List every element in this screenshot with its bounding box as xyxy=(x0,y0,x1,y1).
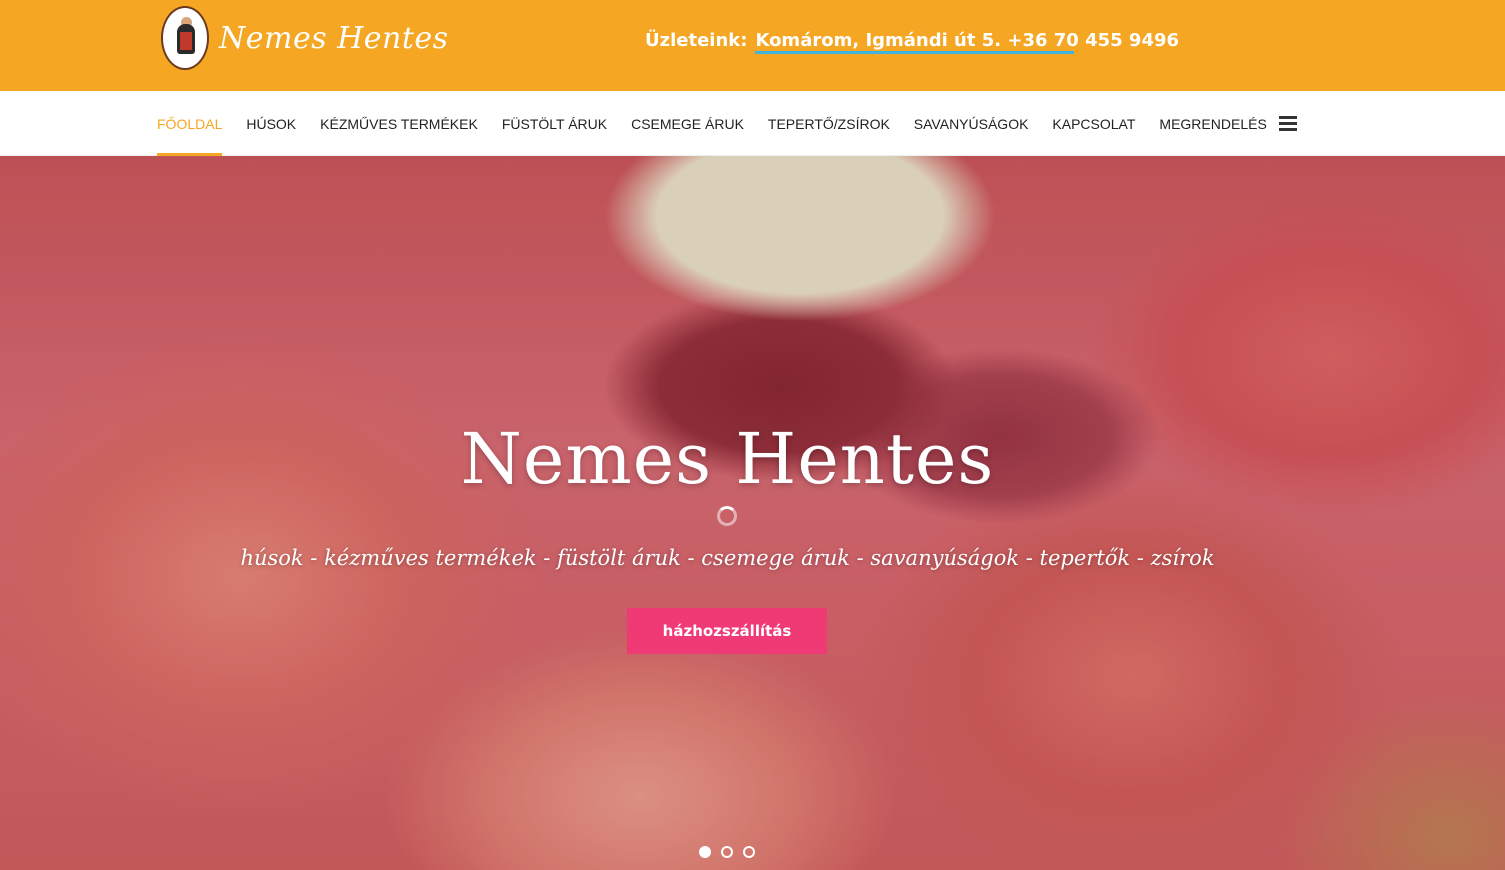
nav-item-husok[interactable]: Húsok xyxy=(246,91,296,156)
nav-item-kezmuves-termekek[interactable]: Kézműves termékek xyxy=(320,91,478,156)
hero-subtitle: húsok - kézműves termékek - füstölt áruk… xyxy=(240,546,1215,570)
hero-title: Nemes Hentes xyxy=(460,418,995,500)
slider-dot[interactable] xyxy=(721,846,733,858)
slider-dot[interactable] xyxy=(743,846,755,858)
nav-item-fustolt-aruk[interactable]: Füstölt áruk xyxy=(502,91,607,156)
store-contact: Üzleteink: Komárom, Igmándi út 5. +36 70… xyxy=(645,30,1179,54)
nav-item-megrendeles[interactable]: Megrendelés xyxy=(1159,91,1266,156)
main-navigation: Főoldal Húsok Kézműves termékek Füstölt … xyxy=(0,91,1505,156)
brand-name: Nemes Hentes xyxy=(219,20,449,56)
store-address-link[interactable]: Komárom, Igmándi út 5. +36 70 455 9496 xyxy=(755,30,1179,54)
hamburger-icon[interactable] xyxy=(1279,116,1297,131)
nav-menu: Főoldal Húsok Kézműves termékek Füstölt … xyxy=(157,91,1291,156)
top-bar: Nemes Hentes Üzleteink: Komárom, Igmándi… xyxy=(0,0,1505,91)
nav-item-tepertok-zsirok[interactable]: Tepertő/Zsírok xyxy=(768,91,890,156)
slider-dot[interactable] xyxy=(699,846,711,858)
loading-spinner-icon xyxy=(717,506,737,526)
hero-slider: Nemes Hentes húsok - kézműves termékek -… xyxy=(0,156,1505,870)
slider-dots xyxy=(699,846,755,858)
logo[interactable]: Nemes Hentes xyxy=(161,4,449,72)
nav-item-fooldal[interactable]: Főoldal xyxy=(157,91,223,156)
home-delivery-button[interactable]: házhozszállítás xyxy=(627,608,827,654)
nav-item-savanyusagok[interactable]: Savanyúságok xyxy=(914,91,1029,156)
stores-label: Üzleteink: xyxy=(645,30,748,51)
nav-item-kapcsolat[interactable]: Kapcsolat xyxy=(1052,91,1135,156)
nav-item-csemege-aruk[interactable]: Csemege áruk xyxy=(631,91,744,156)
logo-badge-icon xyxy=(161,6,209,70)
